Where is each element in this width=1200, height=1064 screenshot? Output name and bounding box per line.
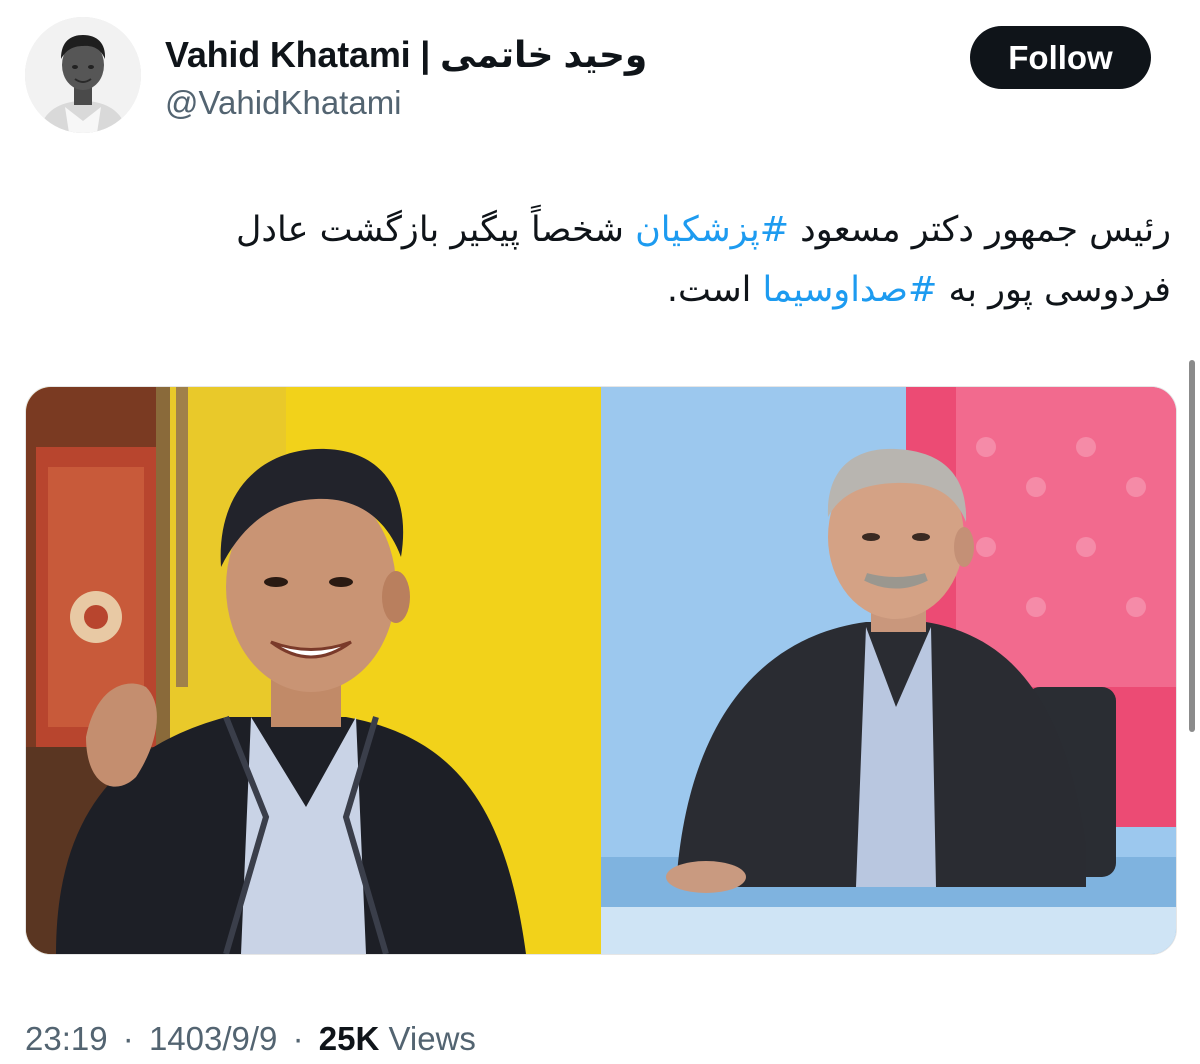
- media-image-left[interactable]: [26, 387, 601, 954]
- media-image-right[interactable]: [601, 387, 1176, 954]
- hashtag-link[interactable]: #پزشکیان: [635, 210, 789, 250]
- author-handle[interactable]: @VahidKhatami: [165, 84, 402, 122]
- tweet-time[interactable]: 23:19: [25, 1020, 108, 1057]
- scrollbar[interactable]: [1189, 360, 1195, 732]
- tweet-meta: 23:19 · 1403/9/9 · 25K Views: [25, 1020, 476, 1058]
- tweet-text: رئیس جمهور دکتر مسعود #پزشکیان شخصاً پیگ…: [41, 200, 1171, 320]
- tweet-text-segment: شخصاً پیگیر بازگشت عادل: [235, 210, 636, 250]
- tweet-text-segment: است.: [666, 270, 763, 310]
- follow-button[interactable]: Follow: [970, 26, 1151, 89]
- views-label: Views: [388, 1020, 476, 1057]
- views-count[interactable]: 25K: [319, 1020, 380, 1057]
- tweet-text-segment: فردوسی پور به: [937, 270, 1171, 310]
- tweet-media[interactable]: [25, 386, 1177, 955]
- tweet-text-segment: رئیس جمهور دکتر مسعود: [789, 210, 1171, 250]
- meta-separator: ·: [292, 1020, 304, 1057]
- tweet-text-line-2: فردوسی پور به #صداوسیما است.: [41, 260, 1171, 320]
- hashtag-link[interactable]: #صداوسیما: [763, 270, 938, 310]
- tweet-date[interactable]: 1403/9/9: [149, 1020, 277, 1057]
- tweet-page: Vahid Khatami | وحید خاتمی @VahidKhatami…: [0, 0, 1200, 1064]
- avatar[interactable]: [25, 17, 141, 133]
- meta-separator: ·: [122, 1020, 134, 1057]
- tweet-text-line-1: رئیس جمهور دکتر مسعود #پزشکیان شخصاً پیگ…: [41, 200, 1171, 260]
- author-display-name[interactable]: Vahid Khatami | وحید خاتمی: [165, 34, 648, 76]
- avatar-photo: [25, 17, 141, 133]
